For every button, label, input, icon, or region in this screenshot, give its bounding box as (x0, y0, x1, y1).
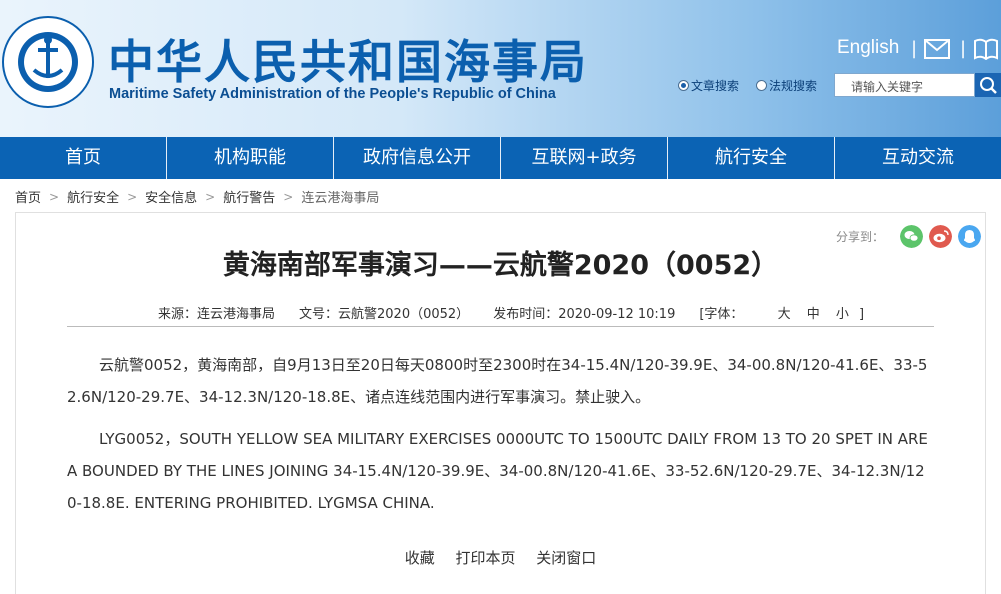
breadcrumb-safety-info[interactable]: 安全信息 (145, 187, 197, 206)
article-title: 黄海南部军事演习——云航警2020（0052） (222, 250, 779, 281)
nav-functions[interactable]: 机构职能 (167, 137, 334, 179)
breadcrumb: 首页 > 航行安全 > 安全信息 > 航行警告 > 连云港海事局 (15, 187, 379, 207)
site-subtitle: Maritime Safety Administration of the Pe… (109, 86, 556, 102)
nav-home[interactable]: 首页 (0, 137, 167, 179)
breadcrumb-navigation-safety[interactable]: 航行安全 (67, 187, 119, 206)
favorite-button[interactable]: 收藏 (405, 549, 435, 567)
site-header: 中华人民共和国海事局 Maritime Safety Administratio… (0, 0, 1001, 137)
search-input[interactable]: 请输入关键字 (834, 73, 975, 97)
radio-article-search[interactable]: 文章搜索 (678, 77, 739, 94)
font-size-small[interactable]: 小 (836, 307, 849, 322)
radio-dot[interactable] (756, 80, 767, 91)
nav-interaction[interactable]: 互动交流 (835, 137, 1001, 179)
font-size-control: [字体： 大 中 小 ] (699, 307, 865, 322)
breadcrumb-sep: > (283, 189, 294, 204)
main-nav: 首页 机构职能 政府信息公开 互联网+政务 航行安全 互动交流 (0, 137, 1001, 179)
radio-dot[interactable] (678, 80, 689, 91)
nav-internet-gov[interactable]: 互联网+政务 (501, 137, 668, 179)
breadcrumb-sep: > (49, 189, 60, 204)
search-icon[interactable] (975, 73, 1001, 97)
close-window-button[interactable]: 关闭窗口 (536, 549, 596, 567)
font-size-medium[interactable]: 中 (807, 307, 820, 322)
article-frame: 分享到： 黄海南部军事演习——云航警2020（0052） 来源：连云港海事局 文… (15, 212, 986, 594)
breadcrumb-lianyungang[interactable]: 连云港海事局 (301, 187, 379, 206)
separator: | (960, 38, 967, 59)
breadcrumb-warnings[interactable]: 航行警告 (223, 187, 275, 206)
paragraph-chinese: 云航警0052，黄海南部，自9月13日至20日每天0800时至2300时在34-… (67, 356, 928, 406)
book-icon[interactable] (973, 38, 999, 60)
meta-publish-time: 发布时间：2020-09-12 10:19 (493, 307, 676, 322)
english-link[interactable]: English (837, 37, 899, 59)
nav-gov-info[interactable]: 政府信息公开 (334, 137, 501, 179)
breadcrumb-sep: > (127, 189, 138, 204)
mail-icon[interactable] (924, 39, 950, 59)
print-button[interactable]: 打印本页 (455, 549, 515, 567)
msa-logo[interactable] (2, 16, 94, 108)
font-size-large[interactable]: 大 (778, 307, 791, 322)
meta-doc-number: 文号：云航警2020（0052） (299, 307, 470, 322)
article-body: 云航警0052，黄海南部，自9月13日至20日每天0800时至2300时在34-… (67, 349, 934, 529)
separator: | (911, 38, 918, 59)
nav-navigation-safety[interactable]: 航行安全 (668, 137, 835, 179)
radio-regulation-search[interactable]: 法规搜索 (756, 77, 817, 94)
article-meta: 来源：连云港海事局 文号：云航警2020（0052） 发布时间：2020-09-… (158, 303, 912, 322)
header-tools: English | | (821, 36, 1001, 64)
article-actions: 收藏 打印本页 关闭窗口 (16, 547, 985, 568)
breadcrumb-sep: > (205, 189, 216, 204)
meta-source: 来源：连云港海事局 (158, 307, 276, 322)
title-divider (67, 326, 934, 327)
breadcrumb-home[interactable]: 首页 (15, 187, 41, 206)
paragraph-english: LYG0052，SOUTH YELLOW SEA MILITARY EXERCI… (67, 430, 928, 512)
search-row: 文章搜索 法规搜索 请输入关键字 (678, 73, 1001, 97)
site-title: 中华人民共和国海事局 (108, 35, 588, 89)
